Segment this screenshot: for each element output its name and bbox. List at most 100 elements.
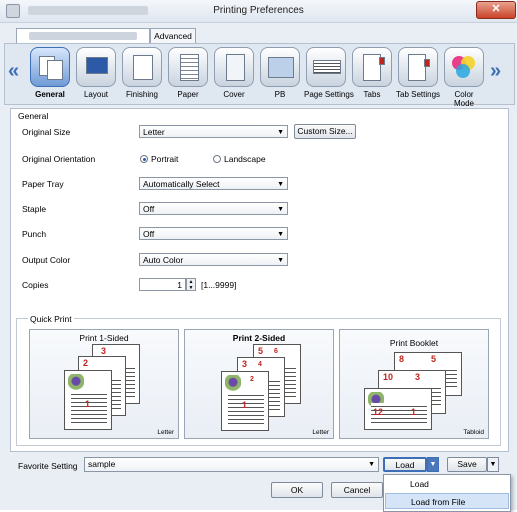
copies-label: Copies xyxy=(22,280,49,290)
page-shape xyxy=(47,60,63,80)
screen-shape xyxy=(86,57,108,74)
ribbon-label: Cover xyxy=(223,90,245,99)
favorite-setting-select[interactable]: sample ▼ xyxy=(84,457,379,472)
menu-item-load[interactable]: Load xyxy=(385,476,509,492)
close-button[interactable]: ✕ xyxy=(476,1,516,19)
load-dropdown-arrow-icon[interactable]: ▼ xyxy=(427,457,439,472)
ribbon-right-arrow-icon[interactable]: » xyxy=(490,60,501,83)
print-1-sided-card[interactable]: Print 1-Sided 3 2 1 Letter xyxy=(29,329,179,439)
ribbon-label: Finishing xyxy=(125,90,158,99)
ok-button[interactable]: OK xyxy=(271,482,323,498)
cover-icon xyxy=(214,47,254,87)
ribbon-item-color-mode[interactable]: Color Mode xyxy=(442,47,486,108)
cyan-dot xyxy=(456,64,470,78)
ribbon-item-pb[interactable]: PB xyxy=(258,47,302,99)
menu-item-load-from-file[interactable]: Load from File xyxy=(385,493,509,509)
ribbon-label: Layout xyxy=(83,90,109,99)
load-menu: Load Load from File xyxy=(383,474,511,512)
dropdown-arrow-icon: ▼ xyxy=(277,129,284,136)
paper-size-label: Letter xyxy=(312,429,329,436)
pb-icon xyxy=(260,47,300,87)
custom-size-button[interactable]: Custom Size... xyxy=(294,124,356,139)
ribbon-item-cover[interactable]: Cover xyxy=(212,47,256,99)
copies-spinner[interactable]: ▲ ▼ xyxy=(186,278,196,291)
tab-marker xyxy=(424,59,430,67)
tab-blurred-label xyxy=(29,32,137,40)
copies-input[interactable]: 1 xyxy=(139,278,186,291)
staple-select[interactable]: Off ▼ xyxy=(139,202,288,215)
favorite-setting-label: Favorite Setting xyxy=(18,461,78,471)
print-2-sided-card[interactable]: Print 2-Sided 56 34 12 Letter xyxy=(184,329,334,439)
landscape-radio[interactable] xyxy=(213,155,221,163)
spread: 12 1 xyxy=(364,388,432,430)
ribbon-label: Color Mode xyxy=(453,90,474,108)
layout-icon xyxy=(76,47,116,87)
ribbon-left-arrow-icon[interactable]: « xyxy=(8,60,19,83)
ribbon-label: Paper xyxy=(177,90,199,99)
orientation-label: Original Orientation xyxy=(22,154,96,164)
dropdown-arrow-icon: ▼ xyxy=(277,181,284,188)
quick-print-label: Quick Print xyxy=(28,314,74,324)
dropdown-arrow-icon: ▼ xyxy=(368,461,375,468)
dropdown-arrow-icon: ▼ xyxy=(277,257,284,264)
card-title: Print 2-Sided xyxy=(232,333,286,343)
tab-marker xyxy=(379,57,385,65)
ribbon-item-paper[interactable]: Paper xyxy=(166,47,210,99)
staple-label: Staple xyxy=(22,204,47,214)
page-shape xyxy=(180,54,199,81)
sheet: 1 xyxy=(64,370,112,430)
flower-icon xyxy=(68,374,84,390)
general-section-label: General xyxy=(18,111,49,121)
page-settings-icon xyxy=(306,47,346,87)
portrait-radio[interactable] xyxy=(140,155,148,163)
paper-tray-label: Paper Tray xyxy=(22,179,64,189)
punch-select[interactable]: Off ▼ xyxy=(139,227,288,240)
card-title: Print 1-Sided xyxy=(79,333,129,343)
book-shape xyxy=(268,57,294,78)
flower-icon xyxy=(225,375,241,391)
page-shape xyxy=(133,55,153,80)
dropdown-arrow-icon: ▼ xyxy=(277,231,284,238)
save-button[interactable]: Save xyxy=(447,457,487,472)
save-dropdown-arrow-icon[interactable]: ▼ xyxy=(487,457,499,472)
paper-icon xyxy=(168,47,208,87)
ribbon-item-finishing[interactable]: Finishing xyxy=(120,47,164,99)
landscape-label: Landscape xyxy=(224,154,266,164)
original-size-select[interactable]: Letter ▼ xyxy=(139,125,288,138)
sheet: 12 xyxy=(221,371,269,431)
dropdown-arrow-icon: ▼ xyxy=(277,206,284,213)
cancel-button[interactable]: Cancel xyxy=(331,482,383,498)
tab-advanced[interactable]: Advanced xyxy=(150,28,196,43)
page-shape xyxy=(226,54,245,81)
paper-size-label: Letter xyxy=(157,429,174,436)
copies-range: [1...9999] xyxy=(201,280,237,290)
ribbon-label: General xyxy=(35,90,65,99)
output-color-label: Output Color xyxy=(22,255,71,265)
ribbon-item-page-settings[interactable]: Page Settings xyxy=(304,47,354,99)
color-mode-icon xyxy=(444,47,484,87)
finishing-icon xyxy=(122,47,162,87)
window-title: Printing Preferences xyxy=(213,5,304,16)
general-icon xyxy=(30,47,70,87)
original-size-label: Original Size xyxy=(22,127,71,137)
ribbon-label: Tabs xyxy=(363,90,381,99)
load-button[interactable]: Load xyxy=(383,457,427,472)
paper-size-label: Tabloid xyxy=(463,429,484,436)
ribbon-label: PB xyxy=(274,90,286,99)
stack-shape xyxy=(313,60,341,74)
ribbon-label: Tab Settings xyxy=(396,90,441,99)
tab-main[interactable] xyxy=(16,28,150,43)
output-color-select[interactable]: Auto Color ▼ xyxy=(139,253,288,266)
ribbon-item-tab-settings[interactable]: Tab Settings xyxy=(396,47,440,99)
tab-settings-icon xyxy=(398,47,438,87)
ribbon-item-layout[interactable]: Layout xyxy=(74,47,118,99)
ribbon-item-general[interactable]: General xyxy=(28,47,72,99)
portrait-label: Portrait xyxy=(151,154,179,164)
tabs-icon xyxy=(352,47,392,87)
ribbon-item-tabs[interactable]: Tabs xyxy=(350,47,394,99)
card-title: Print Booklet xyxy=(389,338,439,348)
punch-label: Punch xyxy=(22,229,47,239)
paper-tray-select[interactable]: Automatically Select ▼ xyxy=(139,177,288,190)
ribbon-label: Page Settings xyxy=(304,90,354,99)
print-booklet-card[interactable]: Print Booklet 85 10 3 12 1 Tabloid xyxy=(339,329,489,439)
